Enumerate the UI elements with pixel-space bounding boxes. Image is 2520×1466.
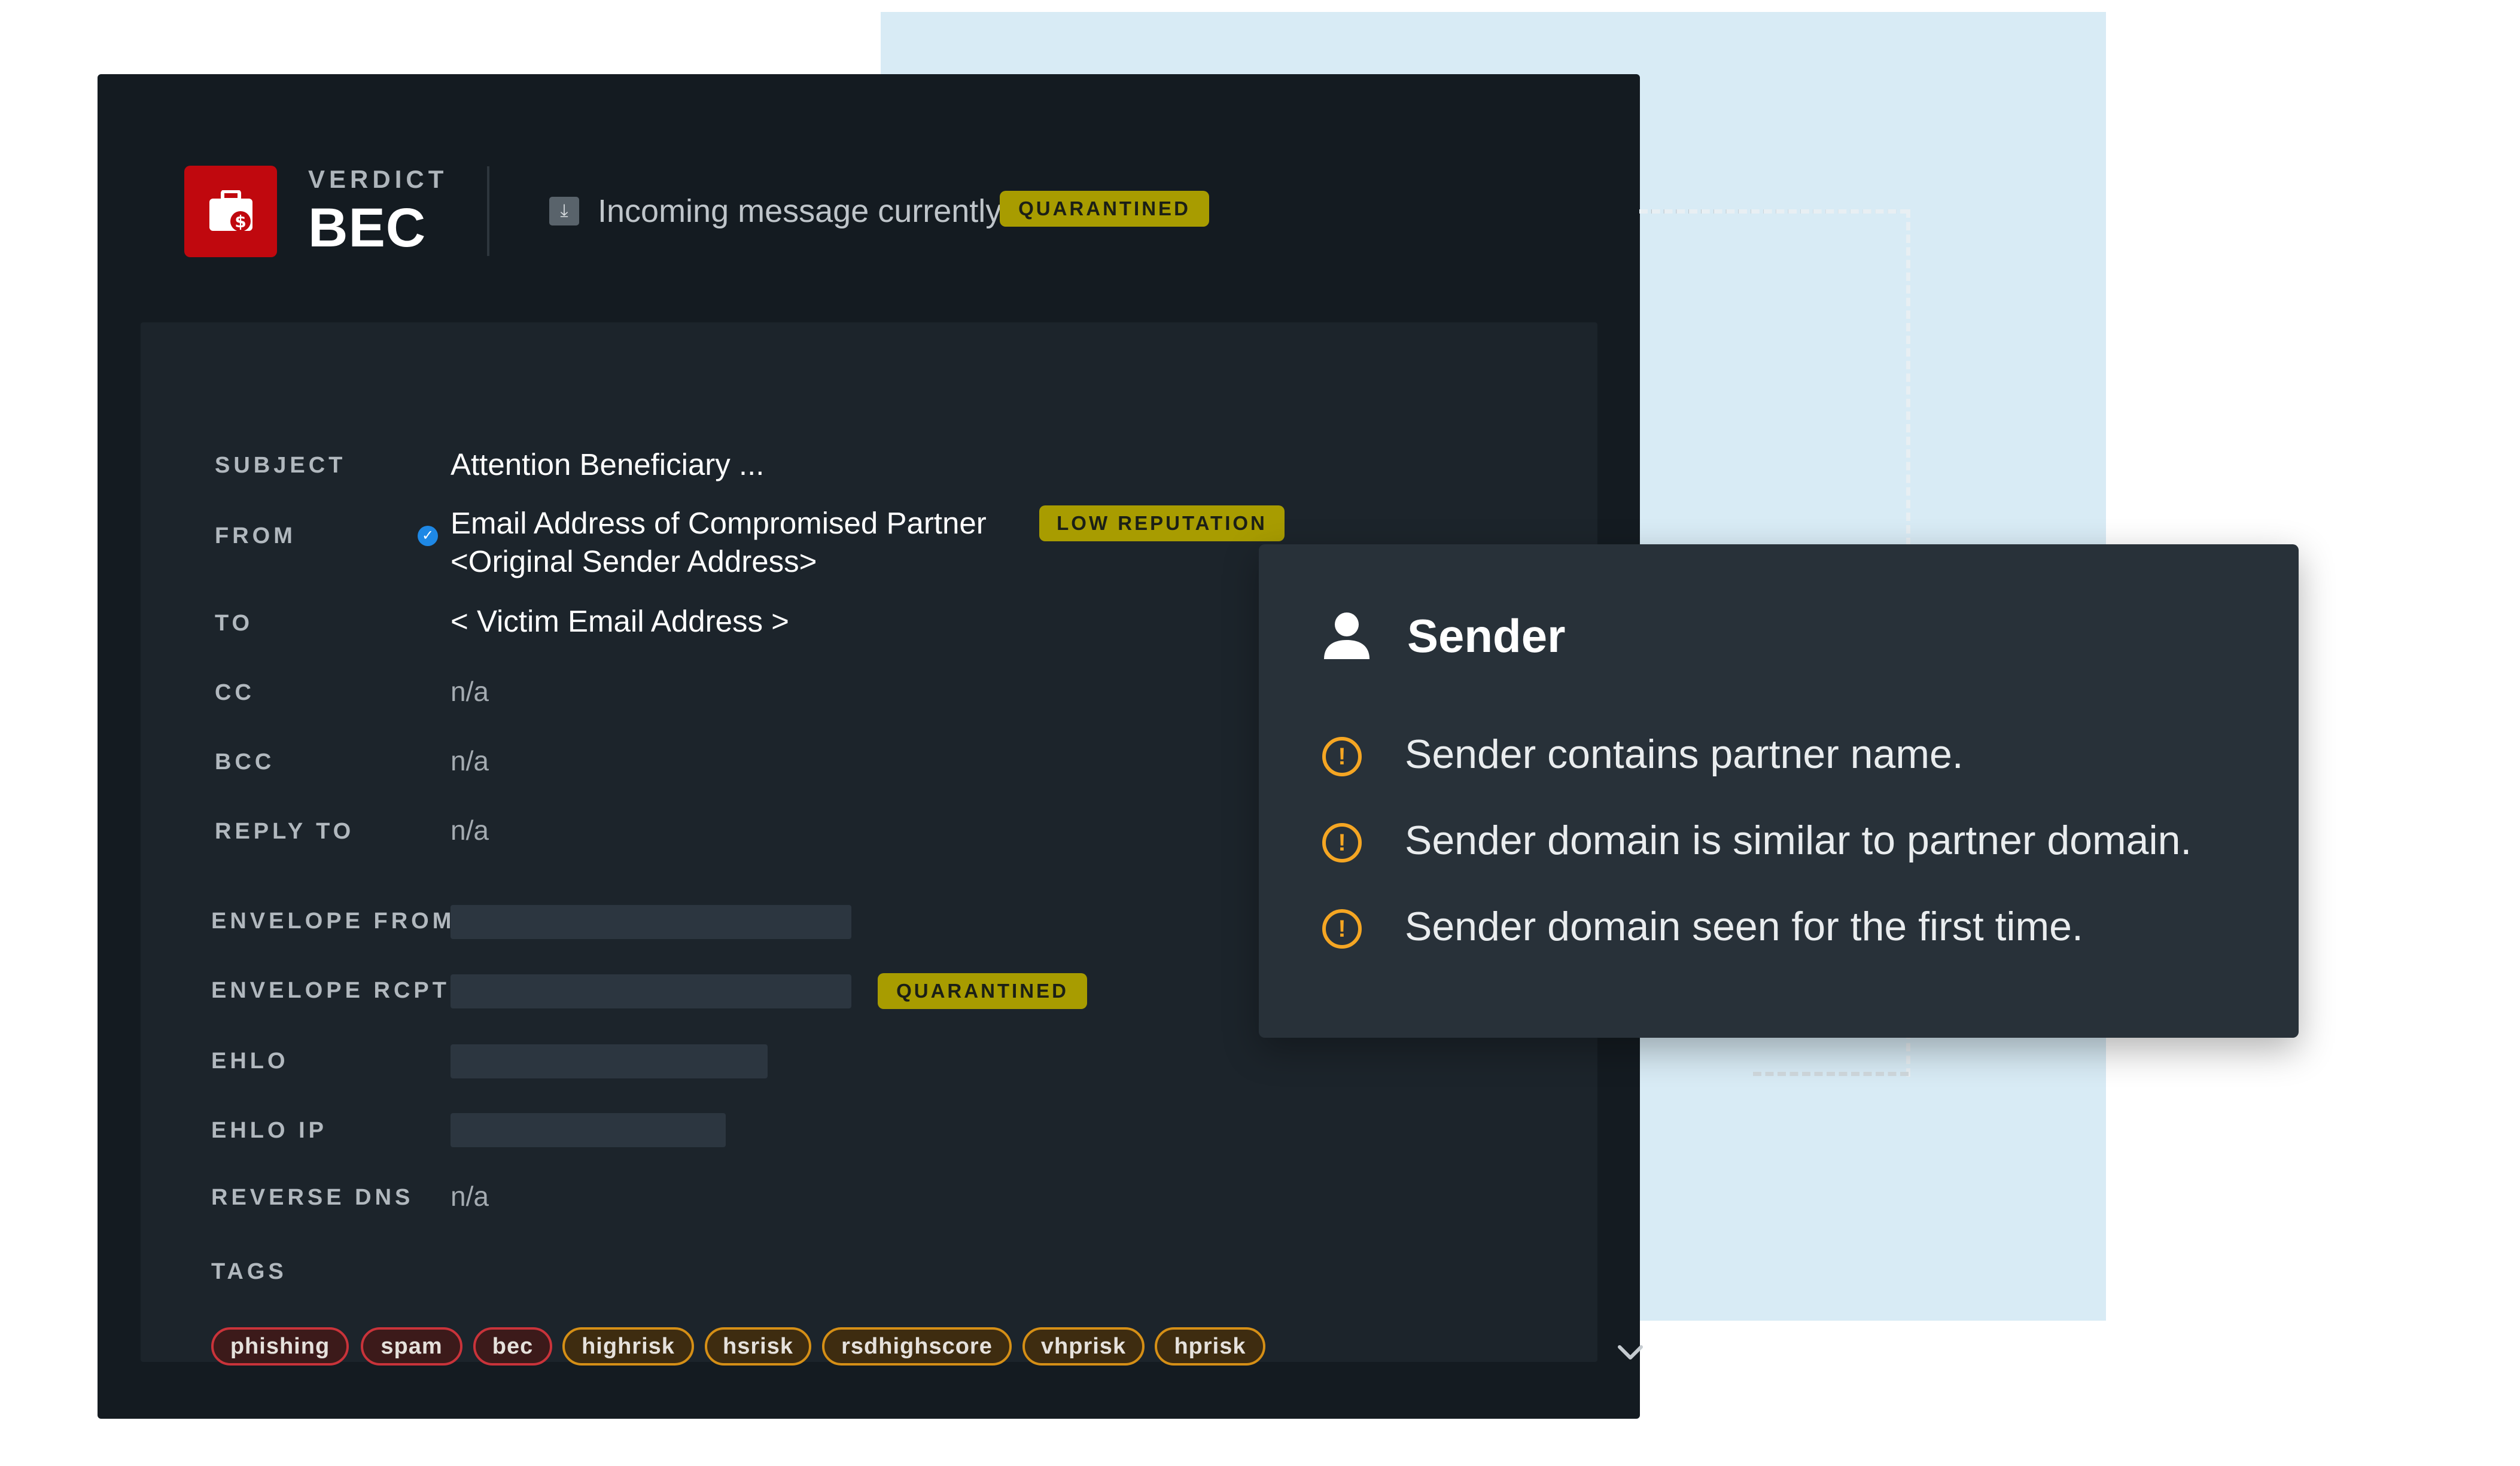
reply-to-label: REPLY TO <box>215 819 355 844</box>
reverse-dns-value: n/a <box>451 1181 489 1212</box>
to-value: < Victim Email Address > <box>451 604 789 638</box>
reverse-dns-label: REVERSE DNS <box>211 1185 414 1210</box>
alert-circle-icon: ! <box>1322 737 1362 776</box>
cc-value: n/a <box>451 676 489 707</box>
envelope-from-redacted <box>451 905 851 939</box>
tag-chip[interactable]: rsdhighscore <box>822 1327 1012 1366</box>
envelope-rcpt-label: ENVELOPE RCPT <box>211 978 450 1003</box>
popup-title: Sender <box>1407 609 1566 662</box>
from-label: FROM <box>215 523 296 548</box>
envelope-rcpt-redacted <box>451 974 851 1008</box>
ehlo-redacted <box>451 1044 768 1078</box>
alert-circle-icon: ! <box>1322 909 1362 949</box>
tag-chip[interactable]: hsrisk <box>705 1327 811 1366</box>
tag-chip[interactable]: phishing <box>211 1327 349 1366</box>
bcc-value: n/a <box>451 745 489 776</box>
alert-circle-icon: ! <box>1322 823 1362 862</box>
bcc-label: BCC <box>215 749 275 775</box>
header-divider <box>487 166 489 256</box>
verdict-label: VERDICT <box>308 165 448 193</box>
to-label: TO <box>215 611 254 636</box>
sender-popup: Sender ! Sender contains partner name. !… <box>1259 544 2299 1038</box>
tag-chip[interactable]: highrisk <box>562 1327 694 1366</box>
tag-chip[interactable]: spam <box>361 1327 462 1366</box>
subject-value: Attention Beneficiary ... <box>451 447 765 481</box>
ehlo-ip-redacted <box>451 1113 726 1147</box>
verdict-value: BEC <box>308 197 427 258</box>
quarantined-badge: QUARANTINED <box>1000 191 1209 227</box>
cc-label: CC <box>215 680 255 705</box>
envelope-from-label: ENVELOPE FROM <box>211 909 455 934</box>
user-icon <box>1324 612 1369 659</box>
alert-text: Sender domain seen for the first time. <box>1405 904 2083 949</box>
alert-text: Sender contains partner name. <box>1405 732 1964 777</box>
low-reputation-badge: LOW REPUTATION <box>1039 505 1285 541</box>
briefcase-dollar-icon: $ <box>184 166 277 257</box>
envelope-quarantined-badge: QUARANTINED <box>878 973 1087 1009</box>
svg-text:$: $ <box>235 212 246 231</box>
connector-line-overlay <box>1639 209 1909 214</box>
from-value-name: Email Address of Compromised Partner <box>451 506 987 540</box>
subject-label: SUBJECT <box>215 453 346 478</box>
ehlo-ip-label: EHLO IP <box>211 1118 328 1143</box>
connector-line-bottom <box>1753 1072 1909 1076</box>
tag-chip[interactable]: vhprisk <box>1022 1327 1145 1366</box>
status-text: Incoming message currently <box>598 193 1002 229</box>
tags-label: TAGS <box>211 1259 287 1284</box>
ehlo-label: EHLO <box>211 1049 289 1074</box>
download-tray-icon: ⤓ <box>549 197 579 225</box>
tag-chip[interactable]: hprisk <box>1155 1327 1265 1366</box>
from-value-address: <Original Sender Address> <box>451 544 817 578</box>
tag-chip[interactable]: bec <box>473 1327 552 1366</box>
alert-text: Sender domain is similar to partner doma… <box>1405 818 2192 863</box>
reply-to-value: n/a <box>451 815 489 846</box>
verified-check-icon: ✓ <box>418 526 438 546</box>
chevron-down-icon[interactable] <box>1616 1343 1645 1361</box>
